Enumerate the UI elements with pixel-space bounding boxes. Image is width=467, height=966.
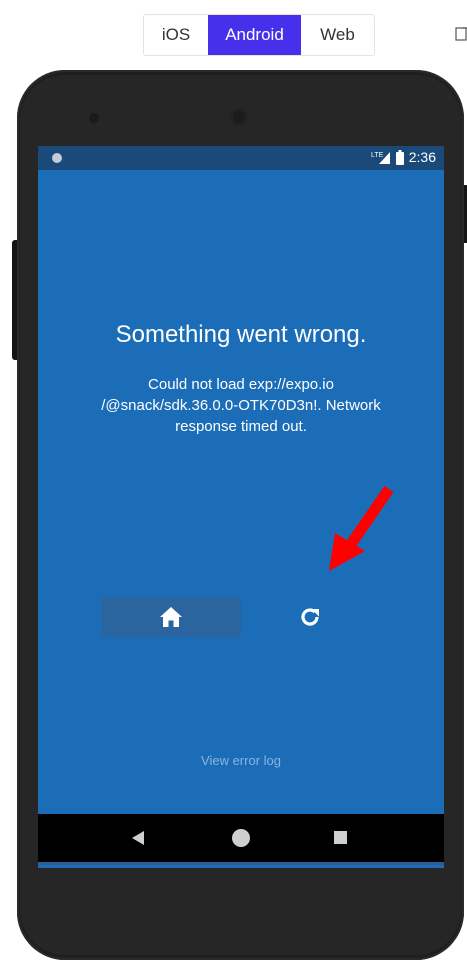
notification-dot-icon: [52, 153, 62, 163]
snack-preview: iOS Android Web LTE 2:36 Something went …: [0, 0, 467, 966]
tab-android[interactable]: Android: [208, 15, 301, 55]
network-label: LTE: [371, 152, 384, 159]
status-time: 2:36: [408, 149, 436, 165]
recent-apps-icon[interactable]: [334, 831, 347, 844]
home-button[interactable]: [101, 597, 241, 637]
android-nav-bar: [38, 814, 444, 862]
circle-home-icon[interactable]: [231, 828, 251, 848]
lte-signal-icon: LTE: [371, 152, 390, 164]
status-bar: LTE 2:36: [38, 146, 444, 170]
reload-icon: [301, 608, 319, 626]
back-icon[interactable]: [132, 831, 144, 845]
view-error-log-link[interactable]: View error log: [38, 753, 444, 768]
nav-divider: [38, 862, 444, 865]
open-external-icon[interactable]: [455, 26, 467, 42]
tab-ios[interactable]: iOS: [144, 15, 208, 55]
platform-tabs: iOS Android Web: [143, 14, 375, 56]
annotation-arrow-icon: [329, 485, 394, 571]
status-indicators: LTE 2:36: [371, 149, 436, 165]
front-camera: [230, 108, 248, 126]
sensor-dot: [89, 113, 99, 123]
tab-web[interactable]: Web: [301, 15, 374, 55]
battery-icon: [395, 149, 404, 165]
home-icon: [160, 607, 182, 627]
error-message: Could not load exp://expo.io /@snack/sdk…: [101, 376, 381, 435]
error-title: Something went wrong.: [115, 321, 367, 348]
reload-button[interactable]: [284, 597, 336, 637]
